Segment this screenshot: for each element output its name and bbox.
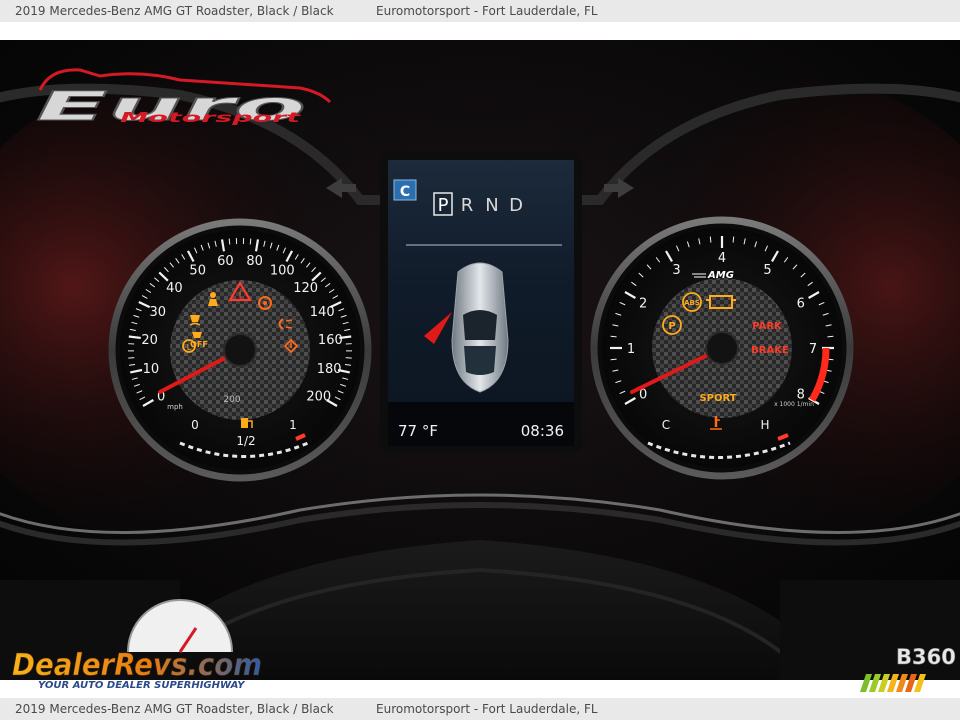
dealerrevs-tagline: YOUR AUTO DEALER SUPERHIGHWAY: [38, 680, 245, 691]
speed-label: 20: [141, 333, 158, 348]
tachometer: 012345678 AMG x 1000 1/min ABS P PARK BR…: [590, 216, 854, 480]
rpm-label: 4: [718, 251, 726, 266]
speed-label: 50: [189, 263, 206, 278]
fuel-half-label: 1/2: [236, 434, 255, 448]
caption-bar-top: 2019 Mercedes-Benz AMG GT Roadster, Blac…: [0, 0, 960, 22]
speed-label: 200: [306, 390, 331, 405]
rpm-tick: [732, 236, 735, 243]
rpm-tick: [709, 236, 712, 243]
traction-control-icon: [189, 315, 201, 326]
speedometer: 0 10 20 30 40 50 60 80 100 120 140 160 180 200 mph !: [108, 218, 372, 482]
rpm-label: 1: [627, 342, 635, 357]
rpm-label: 2: [639, 297, 647, 312]
rpm-tick: [827, 335, 834, 338]
speed-label: 10: [143, 362, 160, 377]
gear-r: R: [461, 195, 474, 216]
coolant-hot-label: H: [760, 418, 769, 432]
speed-label: 60: [217, 254, 234, 269]
svg-text:L: L: [187, 343, 192, 352]
speed-tick: [249, 238, 252, 245]
tachometer-needle-hub: [705, 331, 739, 365]
caption-bar-bottom: 2019 Mercedes-Benz AMG GT Roadster, Blac…: [0, 698, 960, 720]
gear-d: D: [509, 195, 523, 216]
speed-label: 120: [293, 281, 318, 296]
caption-dealer-bottom: Euromotorsport - Fort Lauderdale, FL: [376, 702, 598, 716]
speed-label: 80: [246, 254, 263, 269]
gear-p: P: [438, 195, 449, 216]
speed-label: 30: [150, 305, 167, 320]
b360-stripes: [856, 674, 934, 692]
svg-text:ABS: ABS: [684, 299, 700, 307]
amg-brand-label: AMG: [707, 270, 734, 281]
fuel-empty-label: 0: [191, 418, 199, 432]
rpm-tick: [610, 358, 617, 361]
b360-brand: B360: [896, 645, 956, 669]
brake-warning-label: BRAKE: [751, 345, 789, 356]
speed-label: 160: [318, 333, 343, 348]
coolant-cold-label: C: [662, 418, 670, 432]
caption-vehicle: 2019 Mercedes-Benz AMG GT Roadster, Blac…: [15, 4, 334, 18]
sport-mode-label: SPORT: [699, 393, 736, 404]
speed-label: 180: [317, 362, 342, 377]
svg-text:!: !: [238, 291, 242, 301]
rpm-label: 5: [763, 263, 771, 278]
gear-n: N: [485, 195, 498, 216]
fuel-full-label: 1: [289, 418, 297, 432]
park-warning-label: PARK: [752, 321, 783, 332]
rpm-label: 3: [672, 263, 680, 278]
b360-logo: B360: [896, 645, 956, 670]
logo-sub-text: Motorsport: [120, 111, 302, 126]
speed-label: 40: [166, 281, 183, 296]
dealerrevs-brand: DealerRevs.com: [12, 648, 262, 680]
caption-dealer: Euromotorsport - Fort Lauderdale, FL: [376, 4, 598, 18]
speed-tick: [128, 335, 141, 340]
speed-unit-label: mph: [167, 403, 183, 411]
speed-tick: [228, 238, 231, 245]
clock-time: 08:36: [521, 422, 564, 440]
rpm-tick: [610, 335, 617, 338]
speedometer-needle-hub: [223, 333, 257, 367]
b360-stripes-graphic: [860, 674, 926, 692]
rpm-unit-label: x 1000 1/min: [774, 401, 814, 408]
speed-label: 140: [310, 305, 335, 320]
photo-bottom-strip: YOUR AUTO DEALER SUPERHIGHWAY: [0, 674, 960, 698]
caption-vehicle-bottom: 2019 Mercedes-Benz AMG GT Roadster, Blac…: [15, 702, 334, 716]
instrument-cluster-photo: 0 10 20 30 40 50 60 80 100 120 140 160 180 200 mph !: [0, 40, 960, 680]
cluster-scene: 0 10 20 30 40 50 60 80 100 120 140 160 180 200 mph !: [0, 40, 960, 680]
outside-temperature: 77 °F: [398, 422, 438, 440]
rpm-label: 7: [809, 342, 817, 357]
speed-label: 100: [270, 263, 295, 278]
svg-text:P: P: [668, 321, 675, 332]
rpm-label: 6: [797, 297, 805, 312]
drive-mode-label: C: [400, 184, 410, 200]
odometer-readout: 200: [223, 395, 240, 405]
